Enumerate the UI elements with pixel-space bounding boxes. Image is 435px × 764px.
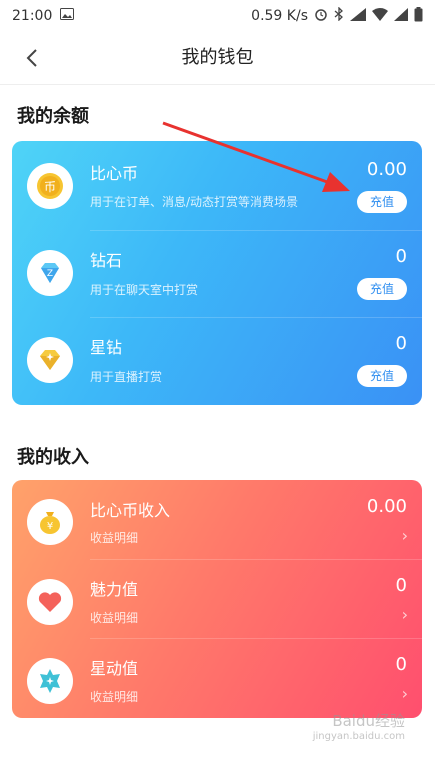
income-row-coin[interactable]: ¥ 比心币收入 收益明细 0.00 › (12, 480, 422, 566)
balance-row-diamond: Z 钻石 用于在聊天室中打赏 0 充值 (12, 230, 422, 316)
chevron-right-icon: › (401, 605, 408, 624)
income-value: 0 (395, 575, 407, 596)
balance-value: 0.00 (366, 159, 407, 180)
star-badge-icon (27, 658, 73, 704)
balance-name: 钻石 (90, 251, 123, 270)
network-speed: 0.59 K/s (251, 8, 308, 24)
chevron-right-icon: › (401, 684, 408, 703)
chevron-right-icon: › (401, 526, 408, 545)
balance-value: 0 (395, 333, 407, 354)
watermark-url: jingyan.baidu.com (312, 731, 405, 742)
balance-card: 币 比心币 用于在订单、消息/动态打赏等消费场景 0.00 充值 Z 钻石 用于… (12, 141, 422, 405)
balance-name: 比心币 (90, 164, 139, 183)
income-desc: 收益明细 (90, 690, 139, 704)
balance-desc: 用于直播打赏 (90, 370, 163, 384)
nav-bar: 我的钱包 (0, 32, 435, 85)
signal-icon (350, 7, 366, 25)
balance-row-star-diamond: 星钻 用于直播打赏 0 充值 (12, 317, 422, 403)
watermark: Baidu经验 jingyan.baidu.com (313, 710, 405, 742)
recharge-button-coin[interactable]: 充值 (357, 191, 407, 213)
income-section-title: 我的收入 (17, 447, 89, 468)
income-card: ¥ 比心币收入 收益明细 0.00 › 魅力值 收益明细 0 › 星动值 收益明… (12, 480, 422, 718)
bluetooth-icon (334, 6, 344, 25)
income-desc: 收益明细 (90, 531, 139, 545)
income-row-charm[interactable]: 魅力值 收益明细 0 › (12, 559, 422, 645)
income-name: 星动值 (90, 659, 139, 678)
gold-diamond-icon (27, 337, 73, 383)
heart-icon (27, 579, 73, 625)
gallery-icon (60, 8, 75, 24)
alarm-icon (314, 7, 328, 25)
income-value: 0.00 (366, 496, 407, 517)
balance-value: 0 (395, 246, 407, 267)
battery-icon (414, 6, 423, 26)
balance-section-title: 我的余额 (17, 106, 89, 127)
watermark-brand: Baidu经验 (332, 712, 405, 730)
cell-signal-icon (394, 7, 408, 25)
income-name: 魅力值 (90, 580, 139, 599)
balance-row-coin: 币 比心币 用于在订单、消息/动态打赏等消费场景 0.00 充值 (12, 143, 422, 229)
svg-text:¥: ¥ (47, 521, 53, 532)
income-value: 0 (395, 654, 407, 675)
status-bar: 21:00 0.59 K/s (0, 0, 435, 32)
diamond-icon: Z (27, 250, 73, 296)
recharge-button-diamond[interactable]: 充值 (357, 278, 407, 300)
balance-name: 星钻 (90, 338, 123, 357)
income-row-star[interactable]: 星动值 收益明细 0 › (12, 638, 422, 718)
page-title: 我的钱包 (181, 47, 254, 68)
svg-text:币: 币 (44, 180, 56, 194)
recharge-button-star-diamond[interactable]: 充值 (357, 365, 407, 387)
coin-icon: 币 (27, 163, 73, 209)
status-time: 21:00 (12, 8, 53, 24)
income-name: 比心币收入 (90, 501, 171, 520)
svg-text:Z: Z (47, 269, 53, 279)
income-desc: 收益明细 (90, 611, 139, 625)
money-bag-icon: ¥ (27, 499, 73, 545)
balance-desc: 用于在聊天室中打赏 (90, 283, 199, 297)
wifi-icon (372, 7, 388, 25)
balance-desc: 用于在订单、消息/动态打赏等消费场景 (90, 195, 299, 209)
